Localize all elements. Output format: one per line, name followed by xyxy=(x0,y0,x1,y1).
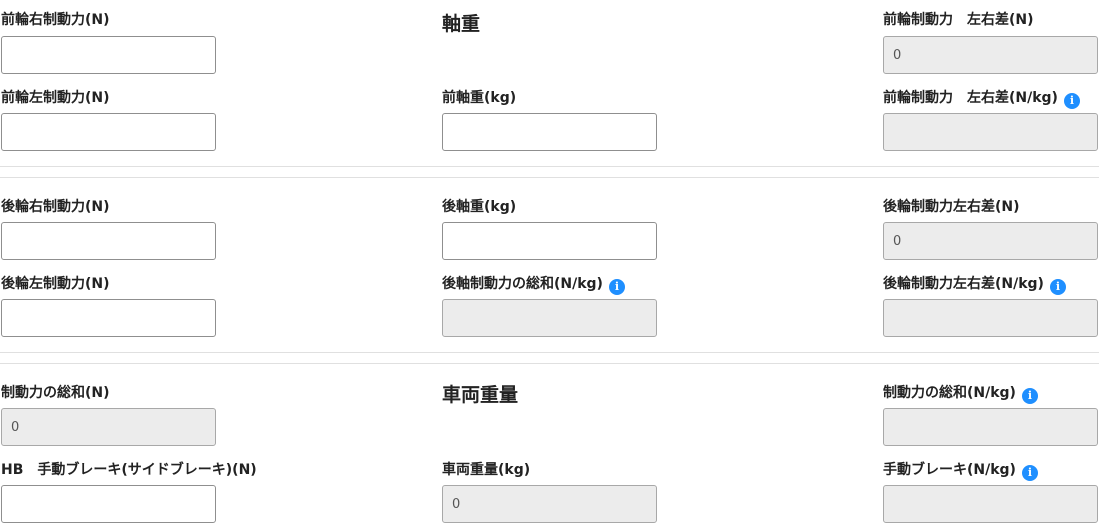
front-diff-field[interactable] xyxy=(883,36,1098,74)
front-diff-label: 前輪制動力 左右差(N) xyxy=(883,12,1034,28)
rear-diff-per-kg-field[interactable] xyxy=(883,299,1098,337)
vehicle-weight-field[interactable] xyxy=(442,485,657,523)
rear-sum-per-kg-field[interactable] xyxy=(442,299,657,337)
vehicle-weight-header: 車両重量 xyxy=(442,384,519,406)
brake-sum-per-kg-label: 制動力の総和(N/kg) i xyxy=(883,384,1038,404)
info-icon[interactable]: i xyxy=(608,279,625,295)
rear-axle-weight-label: 後軸重(kg) xyxy=(442,199,517,215)
divider xyxy=(0,363,1099,364)
brake-sum-per-kg-text: 制動力の総和(N/kg) xyxy=(883,385,1016,401)
brake-sum-per-kg-field[interactable] xyxy=(883,408,1098,446)
info-icon[interactable]: i xyxy=(1021,388,1038,404)
front-axle-weight-label: 前軸重(kg) xyxy=(442,90,517,106)
rear-sum-per-kg-label: 後軸制動力の総和(N/kg) i xyxy=(442,275,625,295)
front-right-brake-label: 前輪右制動力(N) xyxy=(1,12,110,28)
divider xyxy=(0,166,1099,167)
rear-diff-label: 後輪制動力左右差(N) xyxy=(883,199,1020,215)
front-left-brake-input[interactable] xyxy=(1,113,216,151)
front-diff-per-kg-field[interactable] xyxy=(883,113,1098,151)
rear-diff-per-kg-label: 後輪制動力左右差(N/kg) i xyxy=(883,275,1066,295)
info-icon[interactable]: i xyxy=(1021,465,1038,481)
rear-diff-per-kg-text: 後輪制動力左右差(N/kg) xyxy=(883,276,1044,292)
hand-brake-input[interactable] xyxy=(1,485,216,523)
front-diff-per-kg-label: 前輪制動力 左右差(N/kg) i xyxy=(883,89,1080,109)
front-left-brake-label: 前輪左制動力(N) xyxy=(1,90,110,106)
rear-sum-per-kg-text: 後軸制動力の総和(N/kg) xyxy=(442,276,603,292)
hand-brake-per-kg-text: 手動ブレーキ(N/kg) xyxy=(883,462,1016,478)
vehicle-weight-label: 車両重量(kg) xyxy=(442,462,531,478)
front-right-brake-input[interactable] xyxy=(1,36,216,74)
rear-axle-weight-input[interactable] xyxy=(442,222,657,260)
hand-brake-per-kg-field[interactable] xyxy=(883,485,1098,523)
info-icon[interactable]: i xyxy=(1049,279,1066,295)
front-diff-per-kg-text: 前輪制動力 左右差(N/kg) xyxy=(883,90,1058,106)
hand-brake-per-kg-label: 手動ブレーキ(N/kg) i xyxy=(883,461,1038,481)
rear-left-brake-input[interactable] xyxy=(1,299,216,337)
axle-weight-header: 軸重 xyxy=(442,13,481,35)
brake-sum-field[interactable] xyxy=(1,408,216,446)
info-icon[interactable]: i xyxy=(1063,93,1080,109)
brake-sum-label: 制動力の総和(N) xyxy=(1,385,110,401)
rear-left-brake-label: 後輪左制動力(N) xyxy=(1,276,110,292)
rear-diff-field[interactable] xyxy=(883,222,1098,260)
divider xyxy=(0,352,1099,353)
front-axle-weight-input[interactable] xyxy=(442,113,657,151)
rear-right-brake-input[interactable] xyxy=(1,222,216,260)
hand-brake-label: HB 手動ブレーキ(サイドブレーキ)(N) xyxy=(1,462,257,478)
rear-right-brake-label: 後輪右制動力(N) xyxy=(1,199,110,215)
divider xyxy=(0,177,1099,178)
